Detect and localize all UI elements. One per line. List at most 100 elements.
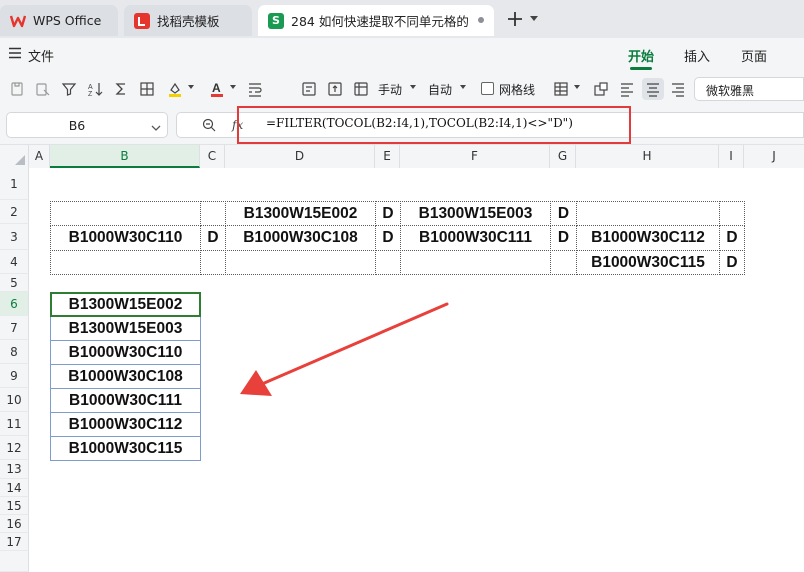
column-header-c[interactable]: C	[200, 145, 225, 168]
wrap-text-icon[interactable]	[246, 80, 264, 98]
cell-d4[interactable]	[225, 250, 376, 275]
cell-b2[interactable]	[50, 201, 201, 226]
align-left-icon[interactable]	[618, 80, 636, 98]
cell-d3[interactable]: B1000W30C108	[225, 225, 376, 251]
row-header-13[interactable]: 13	[0, 460, 29, 479]
auto-mode-chevron-icon[interactable]	[460, 85, 466, 89]
row-header-9[interactable]: 9	[0, 364, 29, 388]
name-box[interactable]: B6	[6, 112, 168, 138]
row-header-5[interactable]: 5	[0, 274, 29, 292]
cell-b11[interactable]: B1000W30C112	[50, 412, 201, 437]
cell-e2[interactable]: D	[375, 201, 401, 226]
font-color-icon[interactable]: A	[208, 80, 226, 98]
row-header-12[interactable]: 12	[0, 436, 29, 460]
menu-file[interactable]: 文件	[28, 46, 54, 65]
tab-list-chevron-icon[interactable]	[530, 16, 538, 21]
cell-h2[interactable]	[576, 201, 720, 226]
row-header-10[interactable]: 10	[0, 388, 29, 412]
row-header-14[interactable]: 14	[0, 479, 29, 497]
select-all-corner[interactable]	[0, 145, 29, 168]
cell-i2[interactable]	[719, 201, 745, 226]
new-tab-plus-icon[interactable]	[506, 10, 524, 28]
align-center-icon[interactable]	[642, 78, 664, 100]
tab-wps-office[interactable]: WPS Office	[0, 5, 118, 36]
row-header-7[interactable]: 7	[0, 316, 29, 340]
column-header-a[interactable]: A	[29, 145, 50, 168]
row-header-16[interactable]: 16	[0, 515, 29, 533]
cell-e4[interactable]	[375, 250, 401, 275]
column-header-f[interactable]: F	[400, 145, 550, 168]
row-header-1[interactable]: 1	[0, 168, 29, 200]
row-header-3[interactable]: 3	[0, 224, 29, 250]
row-header-4[interactable]: 4	[0, 250, 29, 274]
cell-b4[interactable]	[50, 250, 201, 275]
cell-b8[interactable]: B1000W30C110	[50, 340, 201, 365]
column-header-j[interactable]: J	[744, 145, 804, 168]
wrap-mode-chevron-icon[interactable]	[410, 85, 416, 89]
row-header-2[interactable]: 2	[0, 200, 29, 224]
row-header-11[interactable]: 11	[0, 412, 29, 436]
format-cells-icon[interactable]	[300, 80, 318, 98]
wrap-mode-dropdown[interactable]: 手动	[378, 81, 402, 98]
cell-e3[interactable]: D	[375, 225, 401, 251]
close-tab-icon[interactable]	[478, 17, 484, 23]
format-painter-icon[interactable]	[8, 80, 26, 98]
clear-format-icon[interactable]	[592, 80, 610, 98]
cell-d2[interactable]: B1300W15E002	[225, 201, 376, 226]
row-header-17[interactable]: 17	[0, 533, 29, 551]
borders-icon[interactable]	[138, 80, 156, 98]
cell-g3[interactable]: D	[550, 225, 577, 251]
row-header-8[interactable]: 8	[0, 340, 29, 364]
cell-b3[interactable]: B1000W30C110	[50, 225, 201, 251]
column-header-g[interactable]: G	[550, 145, 576, 168]
font-color-chevron-icon[interactable]	[230, 85, 236, 89]
name-box-chevron-icon[interactable]	[151, 121, 161, 135]
filter-icon[interactable]	[60, 80, 78, 98]
auto-mode-dropdown[interactable]: 自动	[428, 81, 452, 98]
cell-c4[interactable]	[200, 250, 226, 275]
font-name-input[interactable]: 微软雅黑	[694, 77, 804, 101]
cell-b7[interactable]: B1300W15E003	[50, 316, 201, 341]
cell-g4[interactable]	[550, 250, 577, 275]
row-header-15[interactable]: 15	[0, 497, 29, 515]
row-header-18[interactable]	[0, 551, 29, 572]
cell-b12[interactable]: B1000W30C115	[50, 436, 201, 461]
sort-ascending-icon[interactable]: AZ	[86, 80, 104, 98]
cell-f2[interactable]: B1300W15E003	[400, 201, 551, 226]
cell-h4[interactable]: B1000W30C115	[576, 250, 720, 275]
cell-h3[interactable]: B1000W30C112	[576, 225, 720, 251]
row-header-6[interactable]: 6	[0, 292, 29, 316]
column-header-i[interactable]: I	[719, 145, 744, 168]
cell-b6-active[interactable]: B1300W15E002	[50, 292, 201, 317]
menu-insert[interactable]: 插入	[684, 46, 710, 65]
gridlines-checkbox[interactable]	[481, 82, 494, 95]
row-height-icon[interactable]	[326, 80, 344, 98]
menu-page[interactable]: 页面	[741, 46, 767, 65]
cell-f4[interactable]	[400, 250, 551, 275]
freeze-panes-icon[interactable]	[352, 80, 370, 98]
cell-i4[interactable]: D	[719, 250, 745, 275]
cell-c2[interactable]	[200, 201, 226, 226]
column-header-b[interactable]: B	[50, 145, 200, 168]
tab-docer[interactable]: 找稻壳模板	[124, 5, 252, 36]
cell-b10[interactable]: B1000W30C111	[50, 388, 201, 413]
column-header-h[interactable]: H	[576, 145, 719, 168]
table-style-icon[interactable]	[552, 80, 570, 98]
fill-color-icon[interactable]	[166, 80, 184, 98]
table-style-chevron-icon[interactable]	[574, 85, 580, 89]
align-right-icon[interactable]	[669, 80, 687, 98]
cell-f3[interactable]: B1000W30C111	[400, 225, 551, 251]
cell-b9[interactable]: B1000W30C108	[50, 364, 201, 389]
sum-icon[interactable]	[112, 80, 130, 98]
zoom-search-icon[interactable]	[201, 117, 217, 136]
column-header-d[interactable]: D	[225, 145, 375, 168]
tab-spreadsheet[interactable]: S 284 如何快速提取不同单元格的内容	[258, 5, 494, 36]
cell-g2[interactable]: D	[550, 201, 577, 226]
menu-home[interactable]: 开始	[628, 46, 654, 65]
cell-i3[interactable]: D	[719, 225, 745, 251]
column-header-e[interactable]: E	[375, 145, 400, 168]
fill-color-chevron-icon[interactable]	[188, 85, 194, 89]
hamburger-menu-icon[interactable]	[8, 47, 22, 59]
cell-c3[interactable]: D	[200, 225, 226, 251]
paste-icon[interactable]	[34, 80, 52, 98]
